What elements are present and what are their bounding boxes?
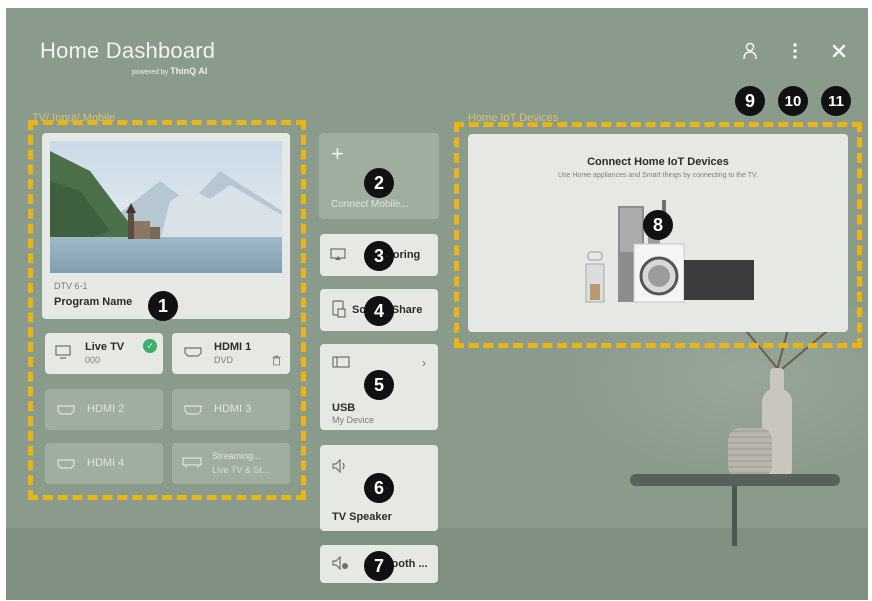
callout-badge-1: 1 bbox=[148, 291, 178, 321]
trash-icon[interactable] bbox=[272, 355, 281, 369]
tv-speaker-label: TV Speaker bbox=[332, 511, 392, 523]
input-tile-hdmi-2[interactable]: HDMI 2 bbox=[45, 389, 163, 430]
vase-round bbox=[728, 428, 772, 478]
callout-badge-3: 3 bbox=[364, 241, 394, 271]
dashboard-screen: Home Dashboard powered by ThinQ AI TV/ I… bbox=[6, 8, 868, 600]
check-icon: ✓ bbox=[143, 339, 157, 353]
powered-by-label: powered by ThinQ AI bbox=[132, 66, 207, 76]
input-sub: DVD bbox=[214, 355, 234, 365]
callout-badge-7: 7 bbox=[364, 551, 394, 581]
program-channel: DTV 6-1 bbox=[54, 281, 88, 291]
tv-icon bbox=[55, 345, 71, 362]
callout-badge-2: 2 bbox=[364, 168, 394, 198]
input-name: HDMI 4 bbox=[87, 457, 125, 469]
input-sub: 000 bbox=[85, 355, 101, 365]
chevron-right-icon[interactable]: › bbox=[422, 356, 426, 370]
screen-share-icon bbox=[332, 300, 346, 321]
close-icon[interactable] bbox=[828, 40, 850, 62]
hdmi-icon bbox=[184, 346, 202, 360]
powered-brand: ThinQ AI bbox=[170, 66, 208, 76]
input-sub: Live TV & St... bbox=[212, 465, 270, 475]
input-name: Streaming... bbox=[212, 451, 261, 461]
usb-sub: My Device bbox=[332, 415, 375, 425]
connect-mobile-label: Connect Mobile... bbox=[331, 199, 409, 210]
hdmi-icon bbox=[57, 404, 75, 418]
more-options-icon[interactable] bbox=[784, 40, 806, 62]
input-name: Live TV bbox=[85, 341, 125, 353]
mirroring-icon bbox=[330, 248, 346, 264]
callout-badge-9: 9 bbox=[735, 86, 765, 116]
streaming-icon bbox=[182, 457, 202, 472]
input-tile-hdmi-4[interactable]: HDMI 4 bbox=[45, 443, 163, 484]
bluetooth-speaker-icon bbox=[332, 555, 350, 573]
input-name: HDMI 3 bbox=[214, 403, 252, 415]
callout-badge-10: 10 bbox=[778, 86, 808, 116]
program-name: Program Name bbox=[54, 296, 133, 308]
profile-icon[interactable] bbox=[739, 40, 761, 62]
side-table-leg bbox=[732, 486, 737, 546]
input-tile-hdmi-3[interactable]: HDMI 3 bbox=[172, 389, 290, 430]
input-tile-hdmi-1[interactable]: HDMI 1 DVD bbox=[172, 333, 290, 374]
usb-device-icon bbox=[332, 356, 350, 371]
speaker-icon bbox=[332, 458, 348, 476]
hdmi-icon bbox=[57, 458, 75, 472]
powered-prefix: powered by bbox=[132, 69, 169, 76]
input-name: HDMI 1 bbox=[214, 341, 252, 353]
plus-icon: + bbox=[331, 141, 344, 166]
hdmi-icon bbox=[184, 404, 202, 418]
callout-badge-4: 4 bbox=[364, 296, 394, 326]
usb-title: USB bbox=[332, 402, 356, 414]
iot-description: Use Home appliances and Smart things by … bbox=[557, 172, 758, 179]
callout-badge-6: 6 bbox=[364, 473, 394, 503]
input-name: HDMI 2 bbox=[87, 403, 125, 415]
callout-badge-8: 8 bbox=[643, 210, 673, 240]
page-title: Home Dashboard bbox=[40, 38, 216, 63]
iot-title: Connect Home IoT Devices bbox=[587, 156, 729, 168]
side-table bbox=[630, 474, 840, 486]
program-thumbnail bbox=[50, 141, 282, 273]
callout-badge-5: 5 bbox=[364, 370, 394, 400]
callout-badge-11: 11 bbox=[821, 86, 851, 116]
input-tile-live-tv[interactable]: Live TV 000 ✓ bbox=[45, 333, 163, 374]
input-tile-streaming[interactable]: Streaming... Live TV & St... bbox=[172, 443, 290, 484]
